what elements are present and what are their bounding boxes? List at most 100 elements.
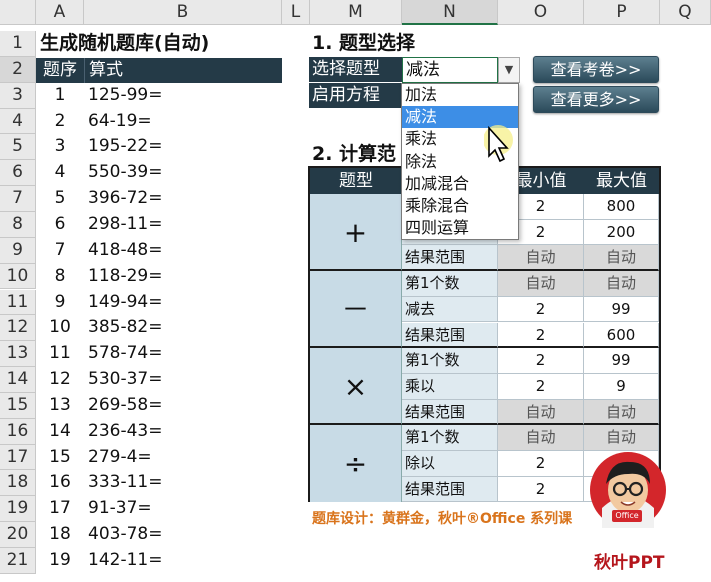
range-max-cell[interactable]: 9 — [584, 373, 659, 400]
col-header-l[interactable]: L — [282, 0, 310, 25]
col-header-a[interactable]: A — [36, 0, 84, 25]
question-formula: 333-11= — [88, 472, 163, 493]
range-max-cell[interactable]: 自动 — [584, 399, 659, 426]
range-max-cell[interactable]: 99 — [584, 296, 659, 323]
range-max-cell[interactable]: 99 — [584, 348, 659, 374]
row-header[interactable]: 16 — [0, 418, 36, 445]
range-min-cell[interactable]: 2 — [498, 348, 584, 374]
question-formula: 418-48= — [88, 239, 163, 260]
question-index: 3 — [54, 136, 66, 157]
row-header[interactable]: 17 — [0, 444, 36, 471]
row-header[interactable]: 19 — [0, 496, 36, 523]
select-all-corner[interactable] — [0, 0, 36, 25]
operation-symbol: － — [310, 271, 402, 349]
question-index: 7 — [54, 239, 66, 260]
range-row-label: 第1个数 — [402, 348, 498, 374]
row-header[interactable]: 11 — [0, 289, 36, 316]
type-header: 题型 — [310, 168, 402, 194]
row-header[interactable]: 13 — [0, 341, 36, 368]
range-min-cell[interactable]: 2 — [498, 373, 584, 400]
range-max-cell[interactable]: 自动 — [584, 271, 659, 297]
question-formula: 279-4= — [88, 446, 152, 467]
question-formula: 195-22= — [88, 136, 163, 157]
question-index: 9 — [54, 291, 66, 312]
row-header[interactable]: 10 — [0, 263, 36, 290]
range-row-label: 除以 — [402, 451, 498, 477]
dropdown-option[interactable]: 加减混合 — [402, 173, 518, 195]
range-min-cell[interactable]: 2 — [498, 322, 584, 349]
dropdown-arrow-icon[interactable]: ▼ — [498, 57, 520, 83]
range-min-cell[interactable]: 2 — [498, 296, 584, 323]
view-more-button[interactable]: 查看更多>> — [533, 86, 659, 113]
question-formula: 142-11= — [88, 550, 163, 570]
question-index: 1 — [54, 84, 66, 105]
col-header-p[interactable]: P — [584, 0, 660, 25]
question-index: 11 — [49, 343, 71, 364]
row-header[interactable]: 4 — [0, 108, 36, 135]
row-header[interactable]: 12 — [0, 315, 36, 342]
question-index: 2 — [54, 110, 66, 131]
range-row-label: 结果范围 — [402, 476, 498, 503]
question-index: 4 — [54, 162, 66, 183]
question-formula: 396-72= — [88, 188, 163, 209]
col-header-o[interactable]: O — [498, 0, 584, 25]
row-header[interactable]: 14 — [0, 367, 36, 393]
row-header[interactable]: 21 — [0, 548, 36, 574]
row-header[interactable]: 3 — [0, 82, 36, 109]
range-row-label: 第1个数 — [402, 425, 498, 451]
question-formula: 578-74= — [88, 343, 163, 364]
question-formula: 298-11= — [88, 213, 163, 234]
row-header[interactable]: 7 — [0, 186, 36, 212]
range-max-cell[interactable]: 200 — [584, 219, 659, 246]
question-index: 12 — [49, 369, 71, 390]
row-header[interactable]: 8 — [0, 211, 36, 238]
operation-symbol: × — [310, 348, 402, 426]
question-index: 17 — [49, 498, 71, 519]
col-header-q[interactable]: Q — [660, 0, 711, 25]
max-header: 最大值 — [584, 168, 659, 194]
enable-equation-label: 启用方程 — [309, 83, 402, 108]
range-min-cell[interactable]: 自动 — [498, 245, 584, 272]
range-max-cell[interactable]: 600 — [584, 322, 659, 349]
question-formula: 236-43= — [88, 420, 163, 441]
formula-header: 算式 — [84, 58, 282, 83]
question-index: 8 — [54, 265, 66, 286]
row-header[interactable]: 15 — [0, 392, 36, 419]
range-max-cell[interactable]: 自动 — [584, 425, 659, 451]
question-formula: 125-99= — [88, 84, 163, 105]
row-header[interactable]: 20 — [0, 522, 36, 548]
row-header[interactable]: 6 — [0, 160, 36, 187]
dropdown-option[interactable]: 四则运算 — [402, 217, 518, 239]
range-min-cell[interactable]: 2 — [498, 476, 584, 503]
office-badge: Office — [612, 510, 642, 522]
row-header[interactable]: 5 — [0, 134, 36, 161]
range-min-cell[interactable]: 自动 — [498, 271, 584, 297]
row-header[interactable]: 1 — [0, 31, 36, 57]
question-index: 10 — [49, 317, 71, 338]
range-row-label: 第1个数 — [402, 271, 498, 297]
view-exam-button[interactable]: 查看考卷>> — [533, 56, 659, 83]
question-formula: 385-82= — [88, 317, 163, 338]
range-max-cell[interactable]: 自动 — [584, 245, 659, 272]
mouse-cursor-icon — [484, 125, 513, 163]
operation-symbol: + — [310, 194, 402, 272]
row-header[interactable]: 2 — [0, 56, 36, 83]
question-index: 5 — [54, 188, 66, 209]
question-formula: 118-29= — [88, 265, 163, 286]
row-header[interactable]: 18 — [0, 470, 36, 497]
range-min-cell[interactable]: 自动 — [498, 399, 584, 426]
range-min-cell[interactable]: 自动 — [498, 425, 584, 451]
question-formula: 64-19= — [88, 110, 152, 131]
range-row-label: 结果范围 — [402, 322, 498, 349]
col-header-b[interactable]: B — [84, 0, 282, 25]
section1-heading: 1. 题型选择 — [312, 32, 416, 54]
range-min-cell[interactable]: 2 — [498, 451, 584, 477]
col-header-m[interactable]: M — [310, 0, 402, 25]
dropdown-option[interactable]: 乘除混合 — [402, 195, 518, 217]
range-row-label: 结果范围 — [402, 245, 498, 272]
select-type-cell[interactable]: 减法 — [402, 57, 498, 83]
range-max-cell[interactable]: 800 — [584, 194, 659, 220]
dropdown-option[interactable]: 加法 — [402, 84, 518, 106]
col-header-n[interactable]: N — [402, 0, 498, 25]
row-header[interactable]: 9 — [0, 237, 36, 264]
